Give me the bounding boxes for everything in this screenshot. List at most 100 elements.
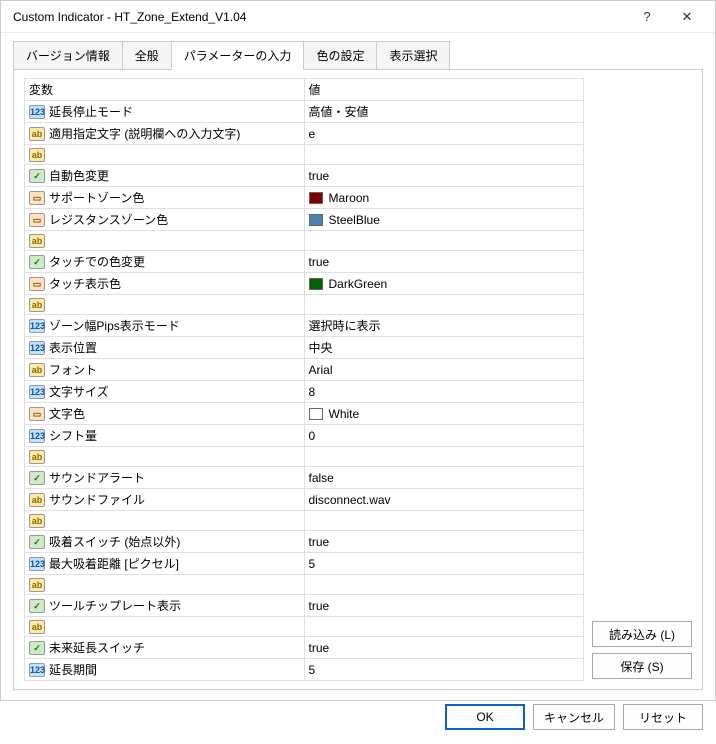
tab-version[interactable]: バージョン情報 <box>13 41 123 69</box>
value-cell[interactable]: 中央 <box>304 337 584 359</box>
value-cell[interactable] <box>304 447 584 467</box>
value-text: true <box>309 599 330 613</box>
type-icon: ▭ <box>29 191 45 205</box>
col-variable[interactable]: 変数 <box>25 79 305 101</box>
reset-button[interactable]: リセット <box>623 704 703 730</box>
variable-cell[interactable]: ab <box>25 231 305 251</box>
table-row[interactable]: ab <box>25 145 584 165</box>
table-row[interactable]: ✓ツールチップレート表示 true <box>25 595 584 617</box>
table-row[interactable]: ab <box>25 617 584 637</box>
variable-cell[interactable]: ▭サポートゾーン色 <box>25 187 305 209</box>
value-cell[interactable] <box>304 231 584 251</box>
value-cell[interactable]: true <box>304 595 584 617</box>
variable-cell[interactable]: ab <box>25 511 305 531</box>
save-button[interactable]: 保存 (S) <box>592 653 692 679</box>
value-cell[interactable]: true <box>304 165 584 187</box>
table-row[interactable]: ✓未来延長スイッチtrue <box>25 637 584 659</box>
variable-cell[interactable]: ab <box>25 617 305 637</box>
variable-cell[interactable]: ✓吸着スイッチ (始点以外) <box>25 531 305 553</box>
variable-cell[interactable]: 123表示位置 <box>25 337 305 359</box>
variable-cell[interactable]: 123文字サイズ <box>25 381 305 403</box>
value-cell[interactable]: Arial <box>304 359 584 381</box>
ok-button[interactable]: OK <box>445 704 525 730</box>
table-row[interactable]: abサウンドファイルdisconnect.wav <box>25 489 584 511</box>
variable-cell[interactable]: ✓タッチでの色変更 <box>25 251 305 273</box>
value-cell[interactable]: 5 <box>304 553 584 575</box>
table-row[interactable]: ab <box>25 447 584 467</box>
value-cell[interactable] <box>304 295 584 315</box>
value-text: true <box>309 535 330 549</box>
table-row[interactable]: ▭タッチ表示色DarkGreen <box>25 273 584 295</box>
variable-cell[interactable]: 123シフト量 <box>25 425 305 447</box>
value-cell[interactable]: SteelBlue <box>304 209 584 231</box>
table-row[interactable]: 123ゾーン幅Pips表示モード選択時に表示 <box>25 315 584 337</box>
variable-cell[interactable]: abフォント <box>25 359 305 381</box>
cancel-button[interactable]: キャンセル <box>533 704 615 730</box>
value-cell[interactable]: 0 <box>304 425 584 447</box>
variable-cell[interactable]: ✓サウンドアラート <box>25 467 305 489</box>
table-row[interactable]: 123延長期間5 <box>25 659 584 681</box>
table-row[interactable]: ab <box>25 295 584 315</box>
variable-cell[interactable]: ✓未来延長スイッチ <box>25 637 305 659</box>
table-row[interactable]: ✓吸着スイッチ (始点以外) true <box>25 531 584 553</box>
variable-cell[interactable]: ▭レジスタンスゾーン色 <box>25 209 305 231</box>
value-cell[interactable]: 8 <box>304 381 584 403</box>
variable-name: 延長期間 <box>49 661 97 678</box>
table-row[interactable]: 123表示位置中央 <box>25 337 584 359</box>
table-row[interactable]: ab <box>25 231 584 251</box>
table-row[interactable]: ✓タッチでの色変更true <box>25 251 584 273</box>
value-cell[interactable]: DarkGreen <box>304 273 584 295</box>
variable-cell[interactable]: 123延長期間 <box>25 659 305 681</box>
close-button[interactable]: ✕ <box>667 1 707 33</box>
table-row[interactable]: 123最大吸着距離 [ピクセル]5 <box>25 553 584 575</box>
value-cell[interactable]: true <box>304 531 584 553</box>
tab-general[interactable]: 全般 <box>122 41 172 69</box>
variable-cell[interactable]: 123延長停止モード <box>25 101 305 123</box>
table-row[interactable]: 123文字サイズ8 <box>25 381 584 403</box>
variable-cell[interactable]: ▭文字色 <box>25 403 305 425</box>
variable-cell[interactable]: 123ゾーン幅Pips表示モード <box>25 315 305 337</box>
variable-cell[interactable]: ab <box>25 145 305 165</box>
table-row[interactable]: ab <box>25 511 584 531</box>
table-row[interactable]: 123シフト量0 <box>25 425 584 447</box>
variable-cell[interactable]: ✓ツールチップレート表示 <box>25 595 305 617</box>
value-cell[interactable]: Maroon <box>304 187 584 209</box>
value-cell[interactable]: e <box>304 123 584 145</box>
value-cell[interactable]: disconnect.wav <box>304 489 584 511</box>
load-button[interactable]: 読み込み (L) <box>592 621 692 647</box>
table-row[interactable]: ab適用指定文字 (説明欄への入力文字)e <box>25 123 584 145</box>
variable-cell[interactable]: ▭タッチ表示色 <box>25 273 305 295</box>
type-icon: 123 <box>29 319 45 333</box>
variable-cell[interactable]: ab <box>25 575 305 595</box>
table-row[interactable]: ab <box>25 575 584 595</box>
value-cell[interactable]: 5 <box>304 659 584 681</box>
table-row[interactable]: ▭文字色White <box>25 403 584 425</box>
tab-parameters[interactable]: パラメーターの入力 <box>171 41 305 70</box>
value-cell[interactable]: 選択時に表示 <box>304 315 584 337</box>
variable-cell[interactable]: 123最大吸着距離 [ピクセル] <box>25 553 305 575</box>
table-row[interactable]: ▭レジスタンスゾーン色SteelBlue <box>25 209 584 231</box>
variable-cell[interactable]: ab <box>25 295 305 315</box>
value-cell[interactable]: 高値・安値 <box>304 101 584 123</box>
help-button[interactable]: ? <box>627 1 667 33</box>
tab-display[interactable]: 表示選択 <box>376 41 450 69</box>
variable-cell[interactable]: ✓自動色変更 <box>25 165 305 187</box>
value-cell[interactable] <box>304 617 584 637</box>
variable-cell[interactable]: ab適用指定文字 (説明欄への入力文字) <box>25 123 305 145</box>
col-value[interactable]: 値 <box>304 79 584 101</box>
value-cell[interactable] <box>304 511 584 531</box>
tab-colors[interactable]: 色の設定 <box>303 41 377 69</box>
value-cell[interactable]: false <box>304 467 584 489</box>
value-cell[interactable] <box>304 145 584 165</box>
table-row[interactable]: 123延長停止モード高値・安値 <box>25 101 584 123</box>
table-row[interactable]: abフォントArial <box>25 359 584 381</box>
value-cell[interactable]: true <box>304 637 584 659</box>
value-cell[interactable] <box>304 575 584 595</box>
variable-cell[interactable]: ab <box>25 447 305 467</box>
table-row[interactable]: ▭サポートゾーン色Maroon <box>25 187 584 209</box>
value-cell[interactable]: White <box>304 403 584 425</box>
value-cell[interactable]: true <box>304 251 584 273</box>
table-row[interactable]: ✓サウンドアラートfalse <box>25 467 584 489</box>
variable-cell[interactable]: abサウンドファイル <box>25 489 305 511</box>
table-row[interactable]: ✓自動色変更true <box>25 165 584 187</box>
